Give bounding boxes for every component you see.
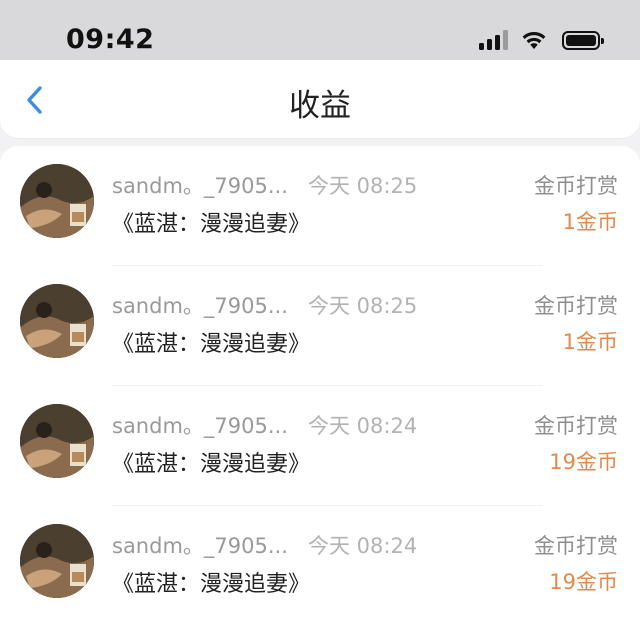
list-item[interactable]: sandm。_7905... 今天 08:24 金币打赏 《蓝湛：漫漫追妻》 1… xyxy=(0,506,640,626)
reward-type: 金币打赏 xyxy=(534,534,618,558)
reward-time: 今天 08:25 xyxy=(308,294,418,318)
reward-amount: 1金币 xyxy=(562,210,618,234)
work-title: 《蓝湛：漫漫追妻》 xyxy=(112,572,311,597)
reward-time: 今天 08:25 xyxy=(308,174,418,198)
cellular-signal-icon xyxy=(479,30,508,50)
status-time: 09:42 xyxy=(66,24,155,55)
work-title: 《蓝湛：漫漫追妻》 xyxy=(112,332,311,357)
avatar[interactable] xyxy=(20,284,94,358)
reward-amount: 1金币 xyxy=(562,330,618,354)
nav-bar: 收益 xyxy=(0,60,640,138)
status-bar: 09:42 xyxy=(0,0,640,60)
reward-time: 今天 08:24 xyxy=(308,414,418,438)
list-item[interactable]: sandm。_7905... 今天 08:24 金币打赏 《蓝湛：漫漫追妻》 1… xyxy=(0,386,640,506)
wifi-icon xyxy=(522,31,546,49)
reward-amount: 19金币 xyxy=(549,450,618,474)
battery-icon xyxy=(562,31,604,50)
list-item[interactable]: sandm。_7905... 今天 08:25 金币打赏 《蓝湛：漫漫追妻》 1… xyxy=(0,266,640,386)
avatar[interactable] xyxy=(20,164,94,238)
avatar[interactable] xyxy=(20,404,94,478)
reward-time: 今天 08:24 xyxy=(308,534,418,558)
reward-type: 金币打赏 xyxy=(534,414,618,438)
reward-type: 金币打赏 xyxy=(534,294,618,318)
sender-username: sandm。_7905... xyxy=(112,294,288,318)
list-item[interactable]: sandm。_7905... 今天 08:25 金币打赏 《蓝湛：漫漫追妻》 1… xyxy=(0,146,640,266)
earnings-list: sandm。_7905... 今天 08:25 金币打赏 《蓝湛：漫漫追妻》 1… xyxy=(0,146,640,626)
sender-username: sandm。_7905... xyxy=(112,174,288,198)
work-title: 《蓝湛：漫漫追妻》 xyxy=(112,452,311,477)
work-title: 《蓝湛：漫漫追妻》 xyxy=(112,212,311,237)
page-title: 收益 xyxy=(289,88,351,124)
sender-username: sandm。_7905... xyxy=(112,534,288,558)
avatar[interactable] xyxy=(20,524,94,598)
reward-type: 金币打赏 xyxy=(534,174,618,198)
status-icons xyxy=(479,30,604,50)
reward-amount: 19金币 xyxy=(549,570,618,594)
sender-username: sandm。_7905... xyxy=(112,414,288,438)
